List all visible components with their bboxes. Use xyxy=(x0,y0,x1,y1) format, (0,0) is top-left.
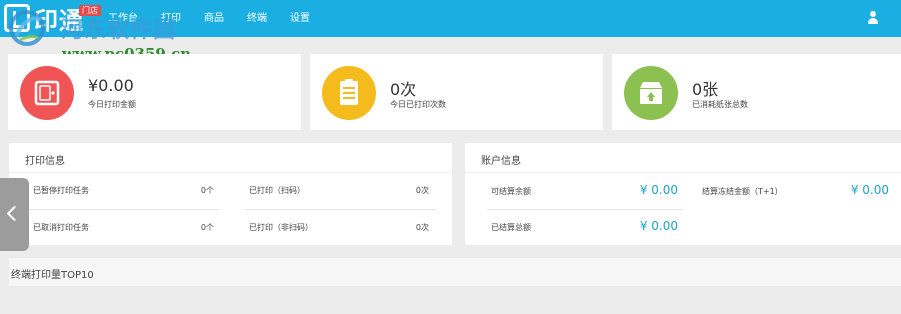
cancelled-tasks-value: 0个 xyxy=(200,223,214,232)
row-divider xyxy=(245,209,437,210)
stat-card-print-amount: ¥0.00 今日打印金额 xyxy=(8,54,301,130)
nav-print[interactable]: 打印 xyxy=(161,0,181,37)
divider xyxy=(9,172,452,173)
paused-tasks-label: 已暂停打印任务 xyxy=(33,186,89,195)
clipboard-icon xyxy=(340,79,358,105)
stat-label: 今日打印金额 xyxy=(88,100,136,109)
panel-title: 账户信息 xyxy=(481,156,521,167)
stat-card-print-count: 0次 今日已打印次数 xyxy=(310,54,603,130)
paused-tasks-value: 0个 xyxy=(200,186,214,195)
cancelled-tasks-label: 已取消打印任务 xyxy=(33,223,89,232)
stat-icon-circle xyxy=(322,66,376,120)
app-logo[interactable]: 印通 xyxy=(4,3,84,35)
stat-value: ¥0.00 xyxy=(88,76,134,95)
frozen-amount-label: 结算冻结金额（T+1） xyxy=(702,187,783,196)
row-divider xyxy=(29,209,219,210)
settled-total-value: ¥ 0.00 xyxy=(639,219,678,233)
nav-workbench[interactable]: 工作台 xyxy=(108,0,138,37)
printed-noscan-label: 已打印（非扫码） xyxy=(249,223,313,232)
divider xyxy=(465,172,901,173)
printed-noscan-value: 0次 xyxy=(415,223,429,232)
store-badge: 门店 xyxy=(79,5,101,16)
nav-settings[interactable]: 设置 xyxy=(290,0,310,37)
settled-total-label: 已结算总额 xyxy=(491,223,531,232)
row-divider xyxy=(487,209,683,210)
sidebar-toggle-button[interactable] xyxy=(0,178,29,251)
main-nav: 工作台 打印 商品 终端 设置 xyxy=(108,0,333,37)
logo-text: 印通 xyxy=(34,6,84,35)
stat-card-paper-used: 0张 已消耗纸张总数 xyxy=(612,54,901,130)
stat-value: 0次 xyxy=(390,80,417,99)
frozen-amount-value: ¥ 0.00 xyxy=(850,183,889,197)
nav-terminals[interactable]: 终端 xyxy=(247,0,267,37)
stat-value: 0张 xyxy=(692,80,719,99)
stat-icon-circle xyxy=(20,66,74,120)
print-info-panel: 打印信息 已暂停打印任务 0个 已打印（扫码） 0次 已取消打印任务 0个 已打… xyxy=(9,143,452,245)
stat-icon-circle xyxy=(624,66,678,120)
section-title: 终端打印量TOP10 xyxy=(11,270,94,281)
stat-label: 已消耗纸张总数 xyxy=(692,100,748,109)
printed-scan-label: 已打印（扫码） xyxy=(249,186,305,195)
top-nav-bar: 印通 门店 工作台 打印 商品 终端 设置 xyxy=(0,0,901,37)
nav-products[interactable]: 商品 xyxy=(204,0,224,37)
settleable-balance-value: ¥ 0.00 xyxy=(639,183,678,197)
printed-scan-value: 0次 xyxy=(415,186,429,195)
logo-icon xyxy=(4,4,30,32)
panel-title: 打印信息 xyxy=(25,156,65,167)
settleable-balance-label: 可结算余额 xyxy=(491,187,531,196)
safe-icon xyxy=(34,80,60,106)
stat-label: 今日已打印次数 xyxy=(390,100,446,109)
box-icon xyxy=(640,82,662,104)
account-info-panel: 账户信息 可结算余额 ¥ 0.00 结算冻结金额（T+1） ¥ 0.00 已结算… xyxy=(465,143,901,245)
user-icon[interactable] xyxy=(867,11,879,25)
terminal-top10-section: 终端打印量TOP10 xyxy=(9,258,901,286)
